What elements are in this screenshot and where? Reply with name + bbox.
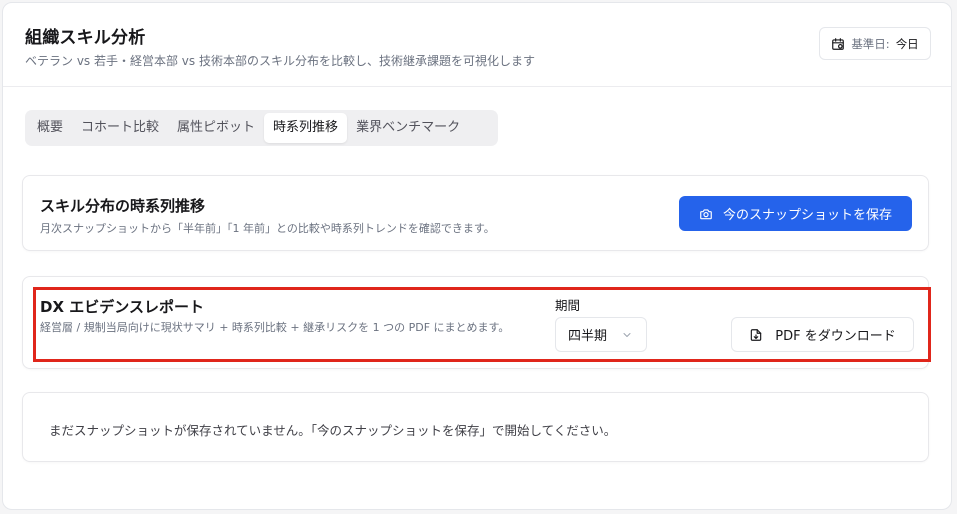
download-pdf-label: PDF をダウンロード xyxy=(775,329,896,344)
page-header: 組織スキル分析 ベテラン vs 若手・経営本部 vs 技術本部のスキル分布を比較… xyxy=(3,3,951,87)
trend-panel-description: 月次スナップショットから「半年前」「1 年前」との比較や時系列トレンドを確認でき… xyxy=(40,222,495,235)
page-subtitle: ベテラン vs 若手・経営本部 vs 技術本部のスキル分布を比較し、技術継承課題… xyxy=(25,54,535,68)
empty-state-panel: まだスナップショットが保存されていません。「今のスナップショットを保存」で開始し… xyxy=(22,392,929,462)
period-select[interactable]: 四半期 xyxy=(555,317,647,352)
reference-date-value: 今日 xyxy=(895,36,919,51)
report-panel: DX エビデンスレポート 経営層 / 規制当局向けに現状サマリ + 時系列比較 … xyxy=(22,276,929,369)
reference-date-button[interactable]: 基準日: 今日 xyxy=(819,27,931,60)
report-panel-description: 経営層 / 規制当局向けに現状サマリ + 時系列比較 + 継承リスクを 1 つの… xyxy=(40,321,510,334)
report-panel-title: DX エビデンスレポート xyxy=(40,298,204,316)
save-snapshot-label: 今のスナップショットを保存 xyxy=(722,208,892,223)
tab-bar: 概要 コホート比較 属性ピボット 時系列推移 業界ベンチマーク xyxy=(25,110,498,146)
tab-pivot[interactable]: 属性ピボット xyxy=(168,113,264,143)
period-label: 期間 xyxy=(555,298,581,313)
calendar-icon xyxy=(831,37,845,51)
download-pdf-button[interactable]: PDF をダウンロード xyxy=(731,317,914,352)
page-title: 組織スキル分析 xyxy=(25,28,146,48)
tab-benchmark[interactable]: 業界ベンチマーク xyxy=(347,113,469,143)
tab-overview[interactable]: 概要 xyxy=(28,113,72,143)
empty-state-message: まだスナップショットが保存されていません。「今のスナップショットを保存」で開始し… xyxy=(49,423,617,438)
save-snapshot-button[interactable]: 今のスナップショットを保存 xyxy=(679,196,912,231)
tab-timeseries[interactable]: 時系列推移 xyxy=(264,113,348,143)
reference-date-label: 基準日: xyxy=(851,36,890,51)
period-select-value: 四半期 xyxy=(568,329,608,344)
camera-icon xyxy=(699,207,713,221)
chevron-down-icon xyxy=(621,329,633,341)
trend-panel: スキル分布の時系列推移 月次スナップショットから「半年前」「1 年前」との比較や… xyxy=(22,175,929,251)
file-download-icon xyxy=(749,328,763,342)
trend-panel-title: スキル分布の時系列推移 xyxy=(40,197,206,215)
tab-cohort[interactable]: コホート比較 xyxy=(72,113,168,143)
